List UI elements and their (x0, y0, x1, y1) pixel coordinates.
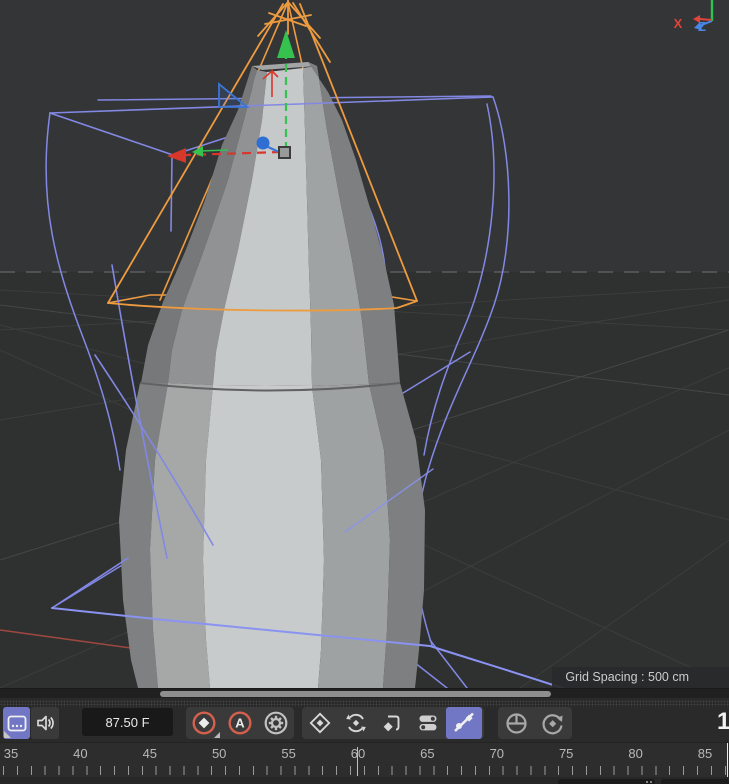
current-frame-field[interactable]: 87.50 F (82, 708, 173, 736)
ruler-frame-label: 85 (697, 746, 713, 761)
ruler-frame-label: 80 (628, 746, 643, 761)
animation-toolbar: 87.50 F A 1 (0, 698, 729, 742)
preview-range-bar[interactable] (160, 691, 551, 697)
key-rotation-button[interactable] (338, 707, 374, 739)
clipped-frame-digit: 1 (717, 708, 729, 735)
key-parameter-icon (383, 715, 400, 732)
ruler-frame-label: 55 (281, 746, 296, 761)
key-position-icon (309, 712, 331, 734)
playhead[interactable] (727, 743, 728, 778)
key-position-button[interactable] (302, 707, 338, 739)
keying-filter-group (302, 707, 484, 739)
loop-range-button[interactable] (3, 707, 30, 739)
gizmo-origin-handle[interactable] (278, 146, 291, 159)
ruler-frame-label: 45 (142, 746, 158, 761)
viewport-canvas[interactable]: X Z (0, 0, 729, 688)
preview-range-row: 87.50 F 87.50 F (0, 777, 729, 784)
animate-mode-button[interactable] (534, 707, 570, 739)
grid-spacing-label: Grid Spacing : 500 cm (552, 667, 729, 688)
ruler-frame-label: 50 (211, 746, 227, 761)
ruler-frame-label: 60 (350, 746, 366, 761)
power-slider[interactable] (0, 688, 729, 698)
ruler-frame-label: 35 (3, 746, 19, 761)
speaker-icon (37, 715, 54, 731)
ruler-frame-label: 70 (489, 746, 505, 761)
keying-settings-icon (264, 711, 288, 735)
range-grip-icon[interactable] (645, 780, 653, 784)
autokey-button[interactable]: A (222, 707, 258, 739)
keyframe-filter-button[interactable] (446, 707, 482, 739)
viewport[interactable]: X Z Grid Spacing : 500 cm (0, 0, 729, 688)
timeline-marker[interactable] (357, 747, 358, 776)
record-keyframe-button[interactable] (186, 707, 222, 739)
ruler-frame-label: 75 (558, 746, 574, 761)
loop-range-icon (7, 715, 26, 731)
z-axis-knob[interactable] (256, 136, 270, 150)
ruler-ticks (0, 766, 729, 775)
mouse-icon (505, 712, 527, 734)
timeline-ruler[interactable]: 35 40 45 50 55 60 65 70 75 80 85 (0, 742, 729, 778)
world-x-label: X (674, 16, 683, 31)
range-end-field[interactable]: 87.50 F (661, 779, 729, 784)
ruler-frame-label: 65 (420, 746, 435, 761)
keyframe-filter-icon (454, 712, 474, 732)
key-pla-button[interactable] (410, 707, 446, 739)
record-button-group: A (186, 707, 294, 739)
toolbar-grip[interactable] (0, 700, 729, 707)
cinema4d-window: X Z Grid Spacing : 500 cm 87.50 F A 1 35… (0, 0, 729, 784)
mouse-scrub-button[interactable] (498, 707, 534, 739)
playback-options-group (498, 707, 572, 739)
animate-mode-icon (541, 713, 563, 734)
ruler-labels: 35 40 45 50 55 60 65 70 75 80 85 (0, 746, 729, 763)
sound-button[interactable] (31, 707, 59, 739)
key-pla-icon (419, 715, 437, 731)
ruler-frame-label: 40 (73, 746, 88, 761)
autokey-icon: A (228, 711, 252, 735)
flyout-corner-icon (4, 731, 11, 738)
keying-settings-button[interactable] (258, 707, 294, 739)
svg-text:A: A (235, 716, 245, 731)
range-start-field[interactable]: 87.50 F (558, 779, 655, 784)
flyout-corner-icon (214, 732, 220, 738)
world-z-label: Z (698, 19, 706, 34)
object-axis-line (199, 149, 229, 152)
key-parameter-button[interactable] (374, 707, 410, 739)
key-rotation-icon (346, 713, 366, 733)
